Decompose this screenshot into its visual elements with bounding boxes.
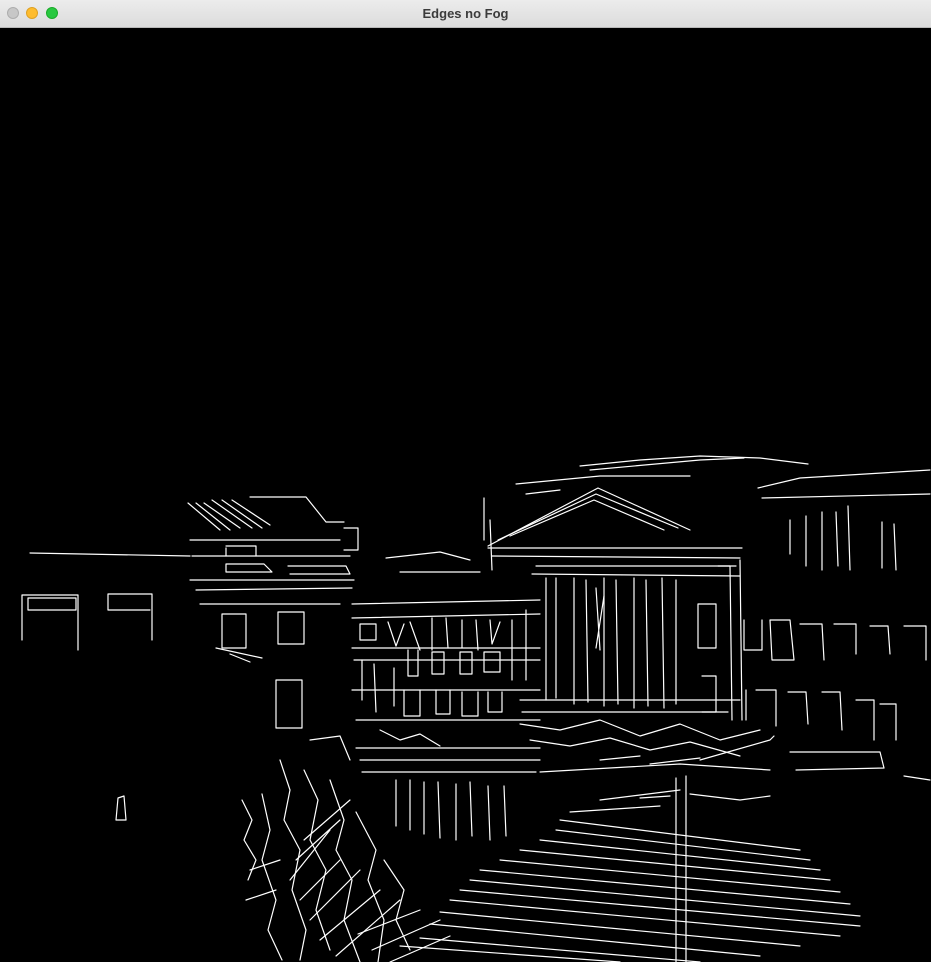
left-center-building-edges	[187, 496, 359, 729]
left-building-edges	[21, 552, 191, 821]
app-window: Edges no Fog	[0, 0, 931, 962]
title-bar[interactable]: Edges no Fog	[0, 0, 931, 28]
foreground-trees-edges	[241, 759, 451, 962]
window-title: Edges no Fog	[422, 6, 509, 21]
edge-image-canvas	[0, 28, 931, 962]
right-building-edges	[743, 469, 931, 781]
plaza-stairs-edges	[355, 735, 861, 962]
central-facade-edges	[351, 497, 541, 721]
edge-image	[21, 455, 931, 962]
crowd-level-edges	[309, 719, 761, 765]
temple-building-edges	[487, 455, 809, 721]
